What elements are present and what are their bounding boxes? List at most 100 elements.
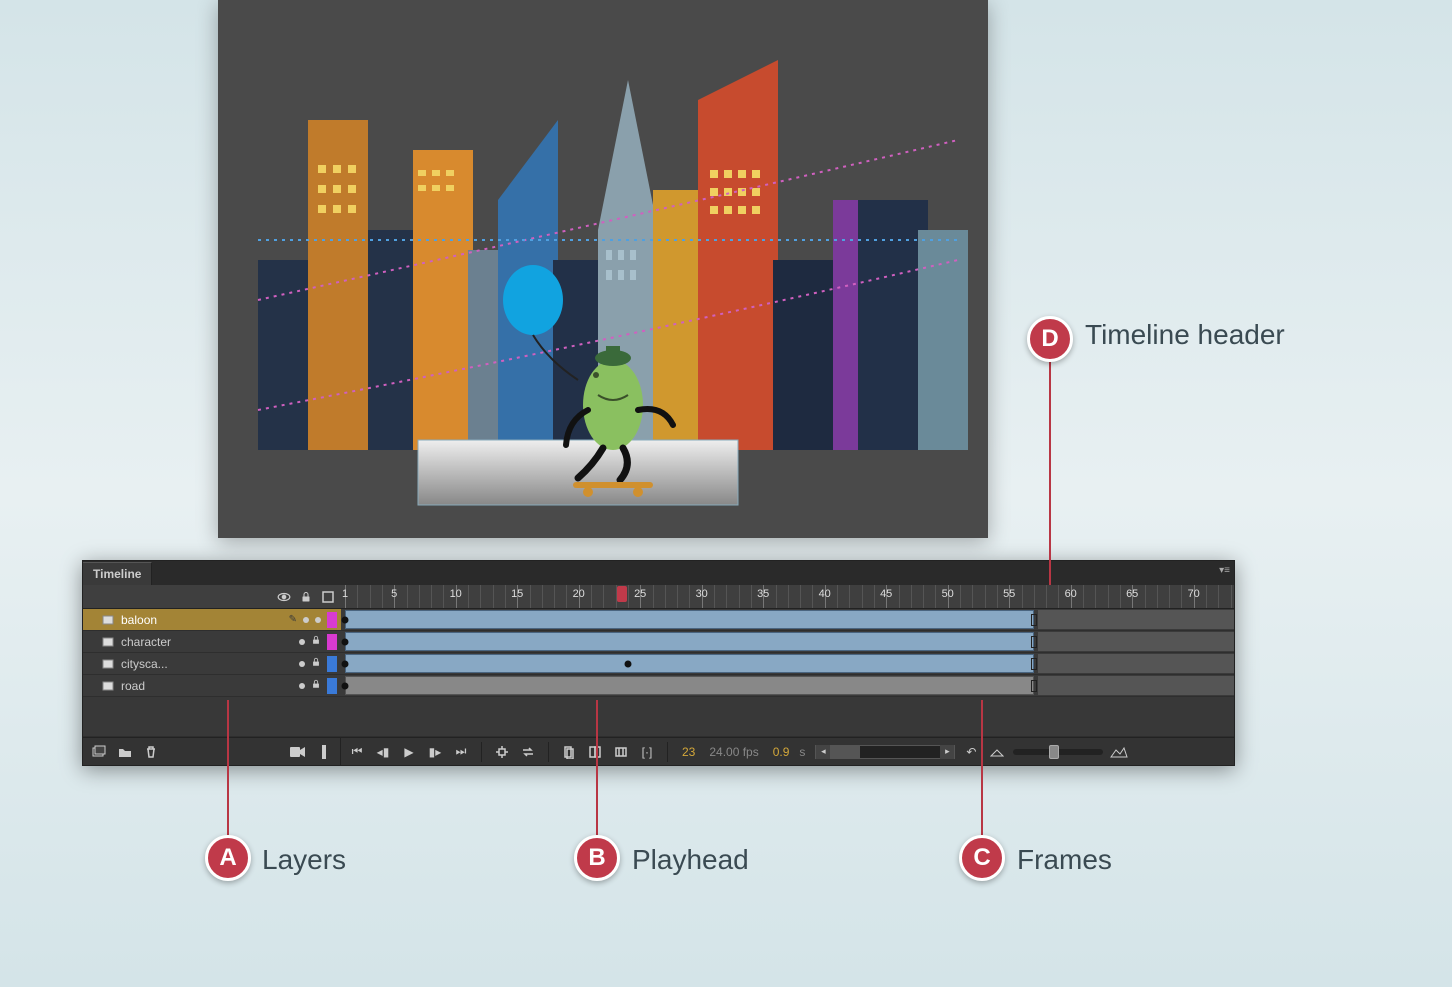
frame-row[interactable] (341, 653, 1234, 675)
callout-badge-c: C (959, 835, 1005, 881)
play-button[interactable]: ▶ (399, 742, 419, 762)
frame-row[interactable] (341, 609, 1234, 631)
layer-name-label: road (121, 679, 299, 693)
callout-label-b: Playhead (632, 843, 749, 877)
layer-color-swatch[interactable] (327, 678, 337, 694)
pencil-icon: ✎ (289, 614, 297, 625)
marker-button[interactable] (314, 742, 334, 762)
loop-button[interactable] (518, 742, 538, 762)
outline-column-icon[interactable] (321, 590, 335, 604)
keyframe-marker[interactable] (342, 660, 349, 667)
step-back-button[interactable]: ◂▮ (373, 742, 393, 762)
layer-row[interactable]: baloon✎ (83, 609, 341, 631)
frames-scrollbar[interactable]: ◂ ▸ (815, 745, 955, 759)
new-layer-button[interactable] (89, 742, 109, 762)
delete-layer-button[interactable] (141, 742, 161, 762)
ruler-tick-label: 35 (757, 588, 769, 600)
layer-row[interactable]: citysca... (83, 653, 341, 675)
callout-label-c: Frames (1017, 843, 1112, 877)
ruler-tick-label: 10 (450, 588, 462, 600)
lock-toggle[interactable] (315, 617, 321, 623)
current-frame-value[interactable]: 23 (678, 745, 699, 759)
ruler-tick-label: 45 (880, 588, 892, 600)
visibility-toggle[interactable] (299, 661, 305, 667)
layer-row[interactable]: character (83, 631, 341, 653)
keyframe-end-marker[interactable] (1031, 680, 1037, 692)
new-folder-button[interactable] (115, 742, 135, 762)
layer-color-swatch[interactable] (327, 612, 337, 628)
callout-label-a: Layers (262, 843, 346, 877)
layer-type-icon (101, 634, 117, 650)
ruler-tick-label: 20 (573, 588, 585, 600)
ruler-tick-label: 1 (342, 588, 348, 600)
visibility-toggle[interactable] (303, 617, 309, 623)
onion-skin-button[interactable] (559, 742, 579, 762)
callout-badge-a: A (205, 835, 251, 881)
modify-markers-button[interactable]: [·] (637, 742, 657, 762)
keyframe-end-marker[interactable] (1031, 614, 1037, 626)
visibility-toggle[interactable] (299, 683, 305, 689)
playhead-marker[interactable] (617, 586, 627, 602)
stage-canvas (218, 0, 988, 538)
frames-grid[interactable] (341, 609, 1234, 697)
edit-multiple-frames-button[interactable] (611, 742, 631, 762)
zoom-out-icon[interactable] (987, 742, 1007, 762)
ruler-tick-label: 70 (1188, 588, 1200, 600)
keyframe-marker[interactable] (342, 638, 349, 645)
panel-tab-bar: Timeline ▾≡ (83, 561, 1234, 585)
goto-first-frame-button[interactable]: ⏮ (347, 742, 367, 762)
elapsed-value: 0.9 (769, 745, 794, 759)
layers-header (83, 585, 341, 609)
keyframe-end-marker[interactable] (1031, 636, 1037, 648)
lock-icon[interactable] (311, 635, 321, 648)
center-frame-button[interactable] (492, 742, 512, 762)
scroll-thumb[interactable] (830, 746, 860, 758)
layer-name-label: citysca... (121, 657, 299, 671)
scroll-left-button[interactable]: ◂ (816, 745, 830, 759)
goto-last-frame-button[interactable]: ⏭ (451, 742, 471, 762)
keyframe-marker[interactable] (624, 660, 631, 667)
keyframe-marker[interactable] (342, 616, 349, 623)
ruler-tick-label: 30 (696, 588, 708, 600)
frame-row[interactable] (341, 631, 1234, 653)
callout-line-b (596, 700, 598, 846)
scroll-right-button[interactable]: ▸ (940, 745, 954, 759)
ruler-tick-label: 15 (511, 588, 523, 600)
timeline-panel: Timeline ▾≡ baloon✎charactercitysca...ro… (82, 560, 1235, 766)
panel-menu-icon[interactable]: ▾≡ (1219, 565, 1230, 576)
callout-label-d: Timeline header (1085, 318, 1285, 352)
camera-button[interactable] (288, 742, 308, 762)
zoom-slider-knob[interactable] (1049, 745, 1059, 759)
onion-skin-outline-button[interactable] (585, 742, 605, 762)
callout-line-a (227, 700, 229, 846)
zoom-slider[interactable] (1013, 749, 1103, 755)
layers-empty-area (83, 697, 341, 737)
layer-row[interactable]: road (83, 675, 341, 697)
visibility-toggle[interactable] (299, 639, 305, 645)
frame-ruler[interactable]: 1510152025303540455055606570 (341, 585, 1234, 609)
callout-line-d (1049, 360, 1051, 585)
layer-color-swatch[interactable] (327, 634, 337, 650)
keyframe-marker[interactable] (342, 682, 349, 689)
visibility-column-icon[interactable] (277, 590, 291, 604)
callout-badge-b: B (574, 835, 620, 881)
callout-line-c (981, 700, 983, 846)
layers-column: baloon✎charactercitysca...road (83, 585, 341, 737)
callout-badge-d: D (1027, 316, 1073, 362)
undo-button[interactable]: ↶ (961, 742, 981, 762)
ruler-tick-label: 50 (942, 588, 954, 600)
step-forward-button[interactable]: ▮▸ (425, 742, 445, 762)
layer-color-swatch[interactable] (327, 656, 337, 672)
lock-icon[interactable] (311, 679, 321, 692)
elapsed-unit: s (795, 745, 809, 759)
timeline-tab[interactable]: Timeline (83, 562, 152, 585)
frame-row[interactable] (341, 675, 1234, 697)
frames-column: 1510152025303540455055606570 (341, 585, 1234, 737)
lock-column-icon[interactable] (299, 590, 313, 604)
fps-value[interactable]: 24.00 fps (705, 745, 762, 759)
zoom-in-icon[interactable] (1109, 742, 1129, 762)
timeline-footer: ⏮ ◂▮ ▶ ▮▸ ⏭ [·] 23 24.00 fps 0.9s ◂ ▸ ↶ (83, 737, 1234, 765)
lock-icon[interactable] (311, 657, 321, 670)
layer-name-label: baloon (121, 613, 289, 627)
keyframe-end-marker[interactable] (1031, 658, 1037, 670)
